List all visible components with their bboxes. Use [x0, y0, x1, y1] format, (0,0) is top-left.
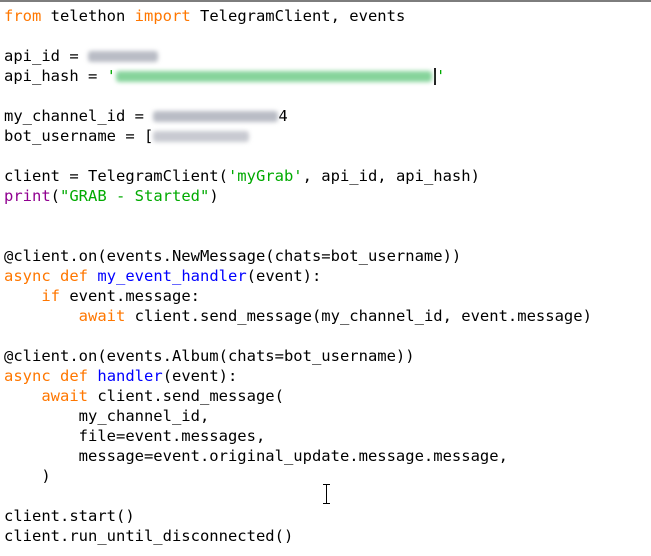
editor-top-border — [0, 0, 651, 2]
redacted-api-hash — [116, 71, 432, 82]
code-line: @client.on(events.NewMessage(chats=bot_u… — [4, 247, 462, 265]
redacted-bot-username — [153, 131, 250, 142]
code-line: my_channel_id = 4 — [4, 107, 288, 125]
redacted-channel-id — [153, 111, 279, 122]
code-line: file=event.messages, — [4, 427, 266, 445]
code-line: if event.message: — [41, 287, 200, 305]
code-line: @client.on(events.Album(chats=bot_userna… — [4, 347, 415, 365]
code-line: async def handler(event): — [4, 367, 238, 385]
code-line: client.run_until_disconnected() — [4, 527, 294, 545]
code-line: ) — [4, 467, 51, 485]
code-line: bot_username = [ — [4, 126, 651, 146]
i-beam-cursor-icon — [322, 484, 331, 504]
code-line: api_id = — [4, 46, 651, 66]
code-line: client.start() — [4, 507, 135, 525]
code-line: client = TelegramClient('myGrab', api_id… — [4, 167, 480, 185]
code-line: await client.send_message( — [41, 387, 284, 405]
code-editor[interactable]: from telethon import TelegramClient, eve… — [4, 6, 651, 546]
code-line: message=event.original_update.message.me… — [4, 447, 508, 465]
code-line: async def my_event_handler(event): — [4, 267, 322, 285]
code-line: from telethon import TelegramClient, eve… — [4, 7, 406, 25]
redacted-api-id — [88, 51, 158, 62]
code-line: my_channel_id, — [4, 407, 210, 425]
code-line: print("GRAB - Started") — [4, 187, 219, 205]
code-line: api_hash = ' ' — [4, 67, 446, 85]
code-line: await client.send_message(my_channel_id,… — [78, 307, 592, 325]
